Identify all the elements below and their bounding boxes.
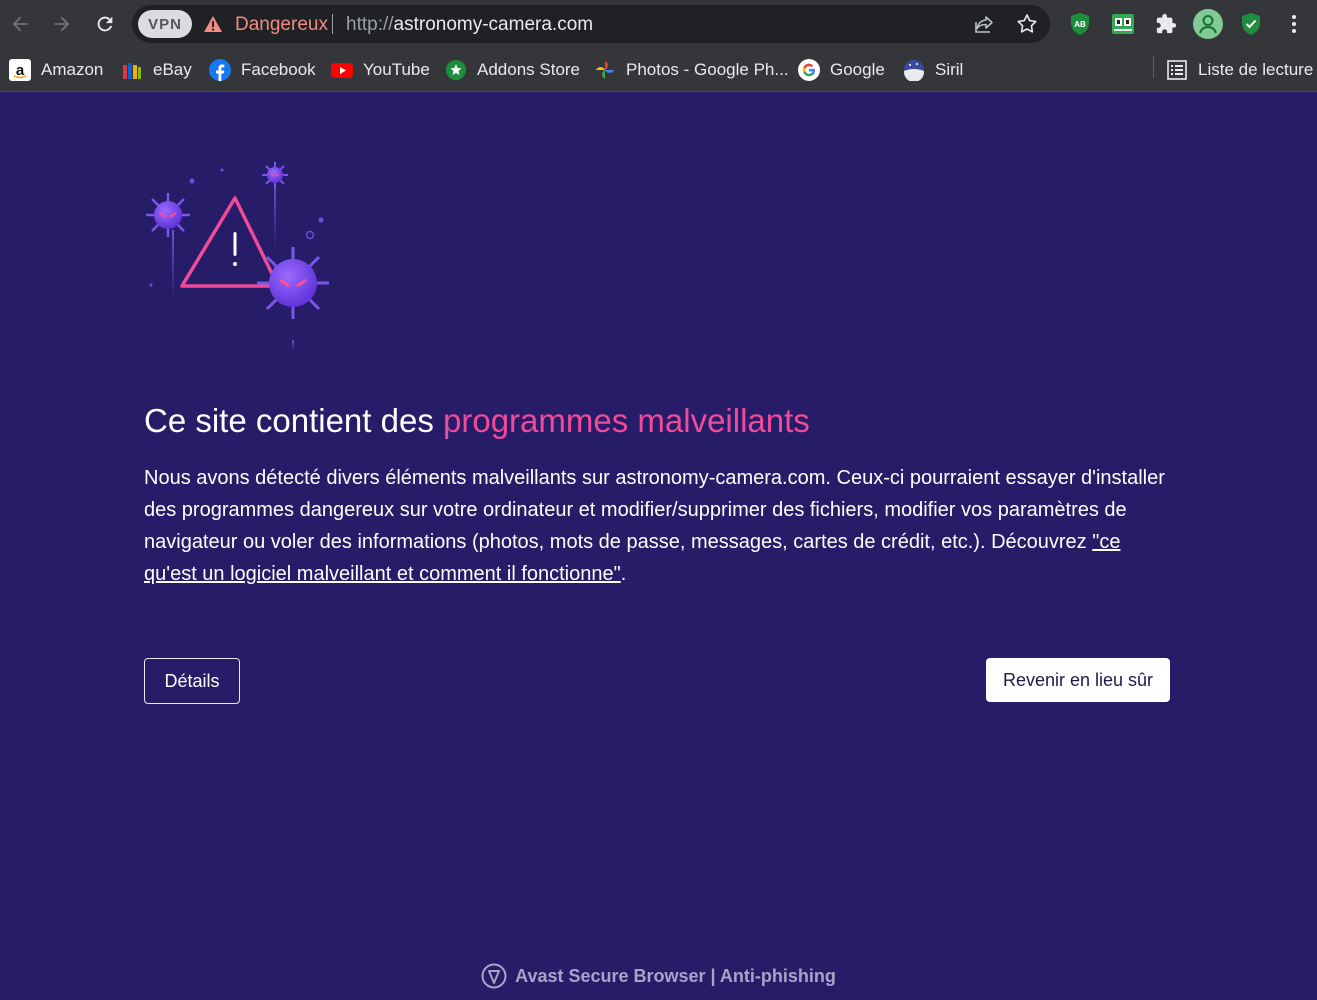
adblock-extension[interactable]: AB	[1064, 8, 1096, 40]
bookmark-ebay[interactable]: eBay	[121, 56, 192, 84]
bookmark-label: YouTube	[363, 60, 430, 79]
title-accent: programmes malveillants	[443, 402, 810, 439]
addons-store-icon	[445, 59, 467, 81]
menu-dots-icon	[1292, 15, 1296, 33]
warning-page: Ce site contient des programmes malveill…	[0, 92, 1317, 1000]
warning-description: Nous avons détecté divers éléments malve…	[144, 462, 1174, 590]
reload-button[interactable]	[89, 8, 121, 40]
siril-icon	[903, 59, 925, 81]
bookmark-label: Siril	[935, 60, 964, 79]
reading-list-icon	[1166, 59, 1188, 81]
footer-text: Avast Secure Browser | Anti-phishing	[515, 965, 836, 986]
menu-button[interactable]	[1278, 8, 1310, 40]
omnibox-divider	[332, 14, 333, 34]
bookmark-amazon[interactable]: a Amazon	[9, 56, 103, 84]
bookmark-google[interactable]: Google	[798, 56, 885, 84]
forward-button[interactable]	[46, 8, 78, 40]
back-to-safety-button[interactable]: Revenir en lieu sûr	[986, 658, 1170, 702]
extensions-button[interactable]	[1150, 8, 1182, 40]
amazon-icon: a	[9, 59, 31, 81]
bookmark-label: eBay	[153, 60, 192, 79]
bookmark-label: Facebook	[241, 60, 316, 79]
arrow-left-icon	[12, 16, 28, 32]
reading-list-button[interactable]: Liste de lecture	[1166, 56, 1313, 84]
reload-icon	[97, 16, 113, 32]
google-photos-icon	[594, 59, 616, 81]
profile-avatar-icon	[1193, 9, 1223, 39]
video-extension[interactable]	[1107, 8, 1139, 40]
description-end: .	[620, 563, 627, 585]
browser-toolbar: VPN Dangereux http://astronomy-camera.co…	[0, 0, 1317, 48]
url-text[interactable]: http://astronomy-camera.com	[346, 14, 593, 36]
address-bar[interactable]: VPN Dangereux http://astronomy-camera.co…	[132, 5, 1050, 43]
video-extension-icon	[1112, 14, 1134, 34]
bookmark-label: Google	[830, 60, 885, 79]
bookmark-label: Addons Store	[477, 60, 581, 79]
bookmark-google-photos[interactable]: Photos - Google Ph...	[594, 56, 789, 84]
malware-warning-illustration	[146, 162, 329, 350]
share-icon[interactable]	[972, 12, 996, 36]
profile-button[interactable]	[1192, 8, 1224, 40]
extensions-puzzle-icon	[1156, 13, 1177, 34]
title-prefix: Ce site contient des	[144, 402, 443, 439]
arrow-right-icon	[54, 16, 70, 32]
bookmark-label: Photos - Google Ph...	[626, 60, 789, 79]
facebook-icon	[209, 59, 231, 81]
page-title: Ce site contient des programmes malveill…	[144, 402, 810, 440]
bookmark-youtube[interactable]: YouTube	[331, 56, 430, 84]
bookmarks-bar: a Amazon eBay Facebook YouTube Addons St…	[0, 48, 1317, 92]
youtube-icon	[331, 59, 353, 81]
security-extension[interactable]	[1235, 8, 1267, 40]
url-host: astronomy-camera.com	[393, 14, 594, 35]
description-text: Nous avons détecté divers éléments malve…	[144, 467, 1165, 553]
bookmark-siril[interactable]: Siril	[903, 56, 963, 84]
security-status[interactable]: Dangereux	[235, 14, 328, 36]
footer-branding: Avast Secure Browser | Anti-phishing	[0, 962, 1317, 990]
ebay-icon	[121, 59, 143, 81]
svg-text:AB: AB	[1074, 20, 1086, 29]
avast-logo-icon	[481, 963, 507, 989]
bookmark-addons-store[interactable]: Addons Store	[445, 56, 580, 84]
details-button[interactable]: Détails	[144, 658, 240, 704]
reading-list-label: Liste de lecture	[1198, 60, 1314, 79]
vpn-button[interactable]: VPN	[138, 10, 192, 38]
url-scheme: http://	[346, 14, 394, 35]
adblock-icon: AB	[1071, 13, 1089, 35]
bookmark-label: Amazon	[41, 60, 104, 79]
bookmarks-divider	[1153, 56, 1154, 78]
google-icon	[798, 59, 820, 81]
bookmark-star-icon[interactable]	[1015, 12, 1039, 36]
warning-icon	[204, 16, 222, 32]
shield-check-icon	[1242, 13, 1260, 35]
vpn-label: VPN	[148, 15, 182, 33]
back-button[interactable]	[4, 8, 36, 40]
bookmark-facebook[interactable]: Facebook	[209, 56, 316, 84]
